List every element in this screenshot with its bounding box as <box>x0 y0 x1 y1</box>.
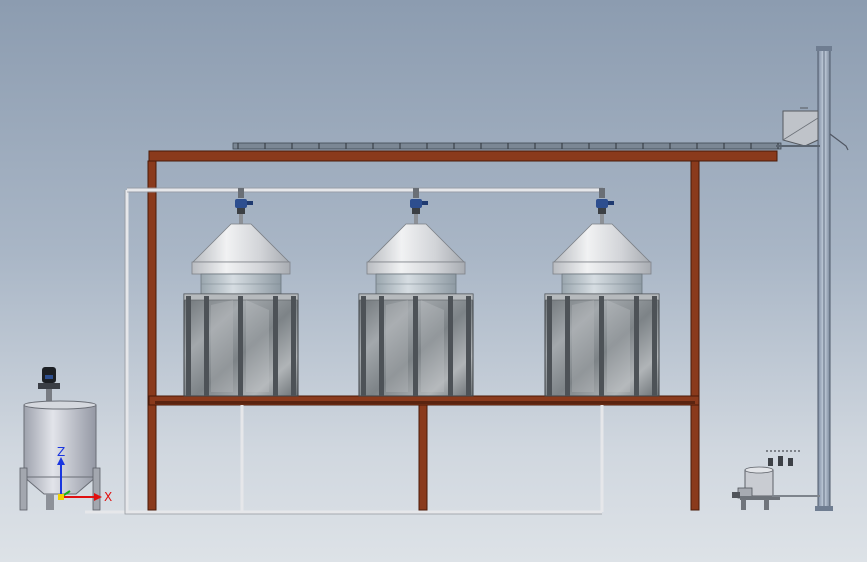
x-axis-label: X <box>104 490 112 504</box>
z-axis-label: Z <box>57 445 65 459</box>
feed-hopper <box>782 107 849 151</box>
filter-units <box>183 187 660 397</box>
top-conveyor <box>232 142 820 150</box>
cad-viewport[interactable]: Z X <box>0 0 867 562</box>
filter-unit-1 <box>183 187 299 397</box>
assembly-drawing: Z X <box>19 46 849 515</box>
filter-unit-2 <box>358 187 474 397</box>
pipe-network <box>85 188 604 514</box>
pump-station <box>732 450 820 510</box>
filter-unit-3 <box>544 187 660 397</box>
